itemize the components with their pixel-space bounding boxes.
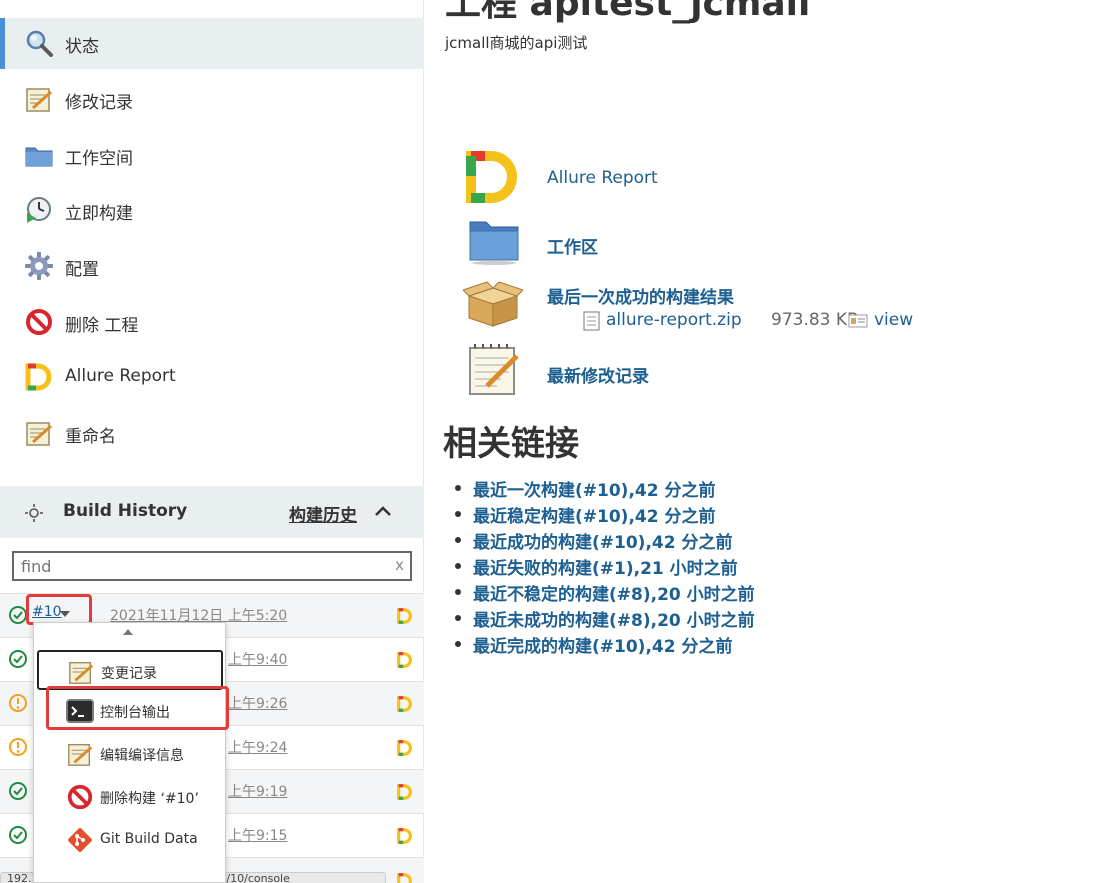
page-title: 工程 apitest_jcmall: [445, 0, 811, 24]
task-label: 删除 工程: [65, 316, 139, 336]
task-configure[interactable]: 配置: [0, 241, 424, 292]
build-history-search-input[interactable]: [14, 553, 384, 579]
view-fingerprint-icon[interactable]: [848, 313, 868, 329]
menu-item-delete-build[interactable]: 删除构建 ‘#10’: [34, 777, 225, 817]
folder-icon: [25, 147, 53, 167]
related-link-last-completed[interactable]: 最近完成的构建(#10),42 分之前: [455, 632, 755, 658]
notepad-icon[interactable]: [467, 342, 521, 398]
allure-icon[interactable]: [396, 695, 414, 713]
task-label: 修改记录: [65, 93, 133, 113]
workspace-link[interactable]: 工作区: [547, 233, 598, 258]
recent-changes-link[interactable]: 最新修改记录: [547, 362, 649, 387]
allure-icon[interactable]: [396, 607, 414, 625]
task-label: 配置: [65, 260, 99, 280]
menu-item-label: 变更记录: [101, 666, 157, 682]
menu-item-edit-build-info[interactable]: 编辑编译信息: [34, 734, 225, 774]
menu-item-label: 删除构建 ‘#10’: [100, 791, 199, 807]
task-label: 重命名: [65, 427, 116, 447]
file-icon: [583, 311, 600, 331]
notepad-icon: [26, 422, 52, 446]
related-link-last-unsuccessful[interactable]: 最近未成功的构建(#8),20 小时之前: [455, 606, 755, 632]
success-status-icon: [9, 826, 27, 844]
project-description: jcmall商城的api测试: [445, 34, 588, 52]
menu-item-label: 编辑编译信息: [100, 748, 184, 764]
main-panel: 工程 apitest_jcmall jcmall商城的api测试 Allure …: [425, 0, 1112, 883]
package-box-icon[interactable]: [463, 280, 523, 328]
build-time-link[interactable]: 上午9:24: [228, 737, 287, 757]
allure-icon[interactable]: [396, 872, 414, 883]
allure-icon[interactable]: [396, 739, 414, 757]
success-status-icon: [9, 606, 27, 624]
menu-scroll-up-icon[interactable]: [123, 629, 133, 635]
build-clock-icon: [27, 197, 51, 223]
task-changes[interactable]: 修改记录: [0, 74, 424, 125]
build-time-link[interactable]: 上午9:15: [228, 825, 287, 845]
artifact-download-link[interactable]: allure-report.zip: [606, 310, 742, 330]
allure-icon[interactable]: [396, 827, 414, 845]
notepad-icon: [69, 661, 94, 684]
search-icon: [26, 30, 53, 57]
unstable-status-icon: [9, 738, 27, 756]
menu-item-git-build-data[interactable]: Git Build Data: [34, 820, 225, 860]
allure-report-link[interactable]: Allure Report: [547, 168, 658, 188]
artifact-size: 973.83 KB: [771, 310, 859, 330]
menu-item-label: Git Build Data: [100, 831, 198, 847]
task-workspace[interactable]: 工作空间: [0, 130, 424, 181]
related-link-last-unstable[interactable]: 最近不稳定的构建(#8),20 小时之前: [455, 580, 755, 606]
task-allure-report[interactable]: Allure Report: [0, 352, 424, 403]
task-label: 状态: [65, 37, 99, 57]
allure-icon[interactable]: [465, 150, 521, 204]
clear-search-button[interactable]: x: [395, 556, 404, 574]
allure-icon[interactable]: [396, 651, 414, 669]
notepad-icon: [26, 88, 52, 112]
related-links-heading: 相关链接: [443, 424, 579, 464]
build-context-menu: 变更记录 控制台输出 编辑编译信息 删除构建 ‘#10’ Git Build D…: [33, 622, 229, 883]
success-status-icon: [9, 650, 27, 668]
build-history-header: Build History 构建历史: [0, 486, 424, 538]
task-label: 立即构建: [65, 204, 133, 224]
build-time-link[interactable]: 上午9:19: [228, 781, 287, 801]
related-links-list: 最近一次构建(#10),42 分之前 最近稳定构建(#10),42 分之前 最近…: [455, 476, 755, 658]
related-link-last-successful[interactable]: 最近成功的构建(#10),42 分之前: [455, 528, 755, 554]
related-link-last-stable[interactable]: 最近稳定构建(#10),42 分之前: [455, 502, 755, 528]
build-number-highlight: [26, 594, 92, 625]
notepad-icon: [68, 743, 93, 766]
task-label: 工作空间: [65, 149, 133, 169]
build-time-link[interactable]: 上午9:40: [228, 649, 287, 669]
build-history-title: Build History: [63, 501, 188, 521]
artifact-view-link[interactable]: view: [874, 310, 913, 330]
task-build-now[interactable]: 立即构建: [0, 185, 424, 236]
no-entry-icon: [26, 309, 52, 335]
related-link-last-build[interactable]: 最近一次构建(#10),42 分之前: [455, 476, 755, 502]
success-status-icon: [9, 782, 27, 800]
menu-item-changes[interactable]: 变更记录: [37, 650, 223, 690]
chevron-up-icon[interactable]: [372, 500, 394, 522]
build-history-trend-link[interactable]: 构建历史: [289, 501, 357, 526]
build-history-search: x: [12, 551, 412, 581]
task-rename[interactable]: 重命名: [0, 408, 424, 459]
folder-icon[interactable]: [467, 214, 521, 266]
console-output-highlight: [46, 686, 229, 730]
git-icon: [68, 828, 92, 852]
related-link-last-failed[interactable]: 最近失败的构建(#1),21 小时之前: [455, 554, 755, 580]
no-entry-icon: [67, 784, 93, 810]
task-status[interactable]: 状态: [0, 18, 424, 69]
allure-icon: [25, 363, 52, 391]
build-time-link[interactable]: 上午9:26: [228, 693, 287, 713]
task-delete-project[interactable]: 删除 工程: [0, 297, 424, 348]
unstable-status-icon: [9, 694, 27, 712]
last-successful-artifacts-link[interactable]: 最后一次成功的构建结果: [547, 283, 734, 308]
gear-icon: [25, 252, 53, 280]
build-history-icon: [25, 504, 43, 522]
allure-icon[interactable]: [396, 783, 414, 801]
task-label: Allure Report: [65, 366, 176, 386]
